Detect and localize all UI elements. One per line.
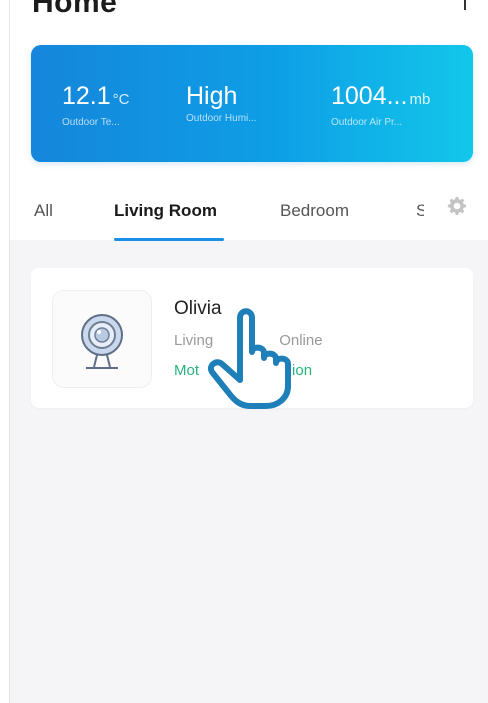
tab-living-room[interactable]: Living Room [114, 201, 217, 221]
hand-pointer-icon [208, 308, 291, 409]
room-tabs: All Living Room Bedroom S [10, 195, 488, 241]
temperature-label: Outdoor Te... [62, 117, 120, 128]
temperature-value: 12.1 [62, 82, 111, 110]
humidity-value: High [186, 82, 238, 110]
temperature-unit: °C [112, 91, 130, 108]
active-tab-indicator [114, 238, 224, 241]
app-screen: Home 12.1 °C Outdoor Te... High Outdoor H… [10, 0, 488, 703]
gear-icon[interactable] [446, 195, 468, 217]
more-icon[interactable] [464, 0, 466, 10]
pressure-value: 1004... [331, 82, 408, 110]
top-area: Home 12.1 °C Outdoor Te... High Outdoor H… [10, 0, 488, 241]
outdoor-air-pressure: 1004... mb Outdoor Air Pr... [331, 81, 430, 128]
outdoor-temperature: 12.1 °C Outdoor Te... [62, 81, 130, 128]
camera-icon [81, 314, 123, 369]
page-title: Home [32, 0, 118, 19]
weather-banner[interactable]: 12.1 °C Outdoor Te... High Outdoor Humi..… [31, 45, 473, 162]
motion-prefix: Mot [174, 362, 200, 379]
pressure-label: Outdoor Air Pr... [331, 117, 403, 128]
outdoor-humidity: High Outdoor Humi... [186, 81, 257, 124]
tab-overflow[interactable]: S [416, 201, 424, 221]
tab-all[interactable]: All [34, 201, 53, 221]
humidity-label: Outdoor Humi... [186, 113, 257, 124]
tab-bedroom[interactable]: Bedroom [280, 201, 349, 221]
device-thumbnail [52, 290, 152, 388]
pressure-unit: mb [409, 91, 431, 108]
